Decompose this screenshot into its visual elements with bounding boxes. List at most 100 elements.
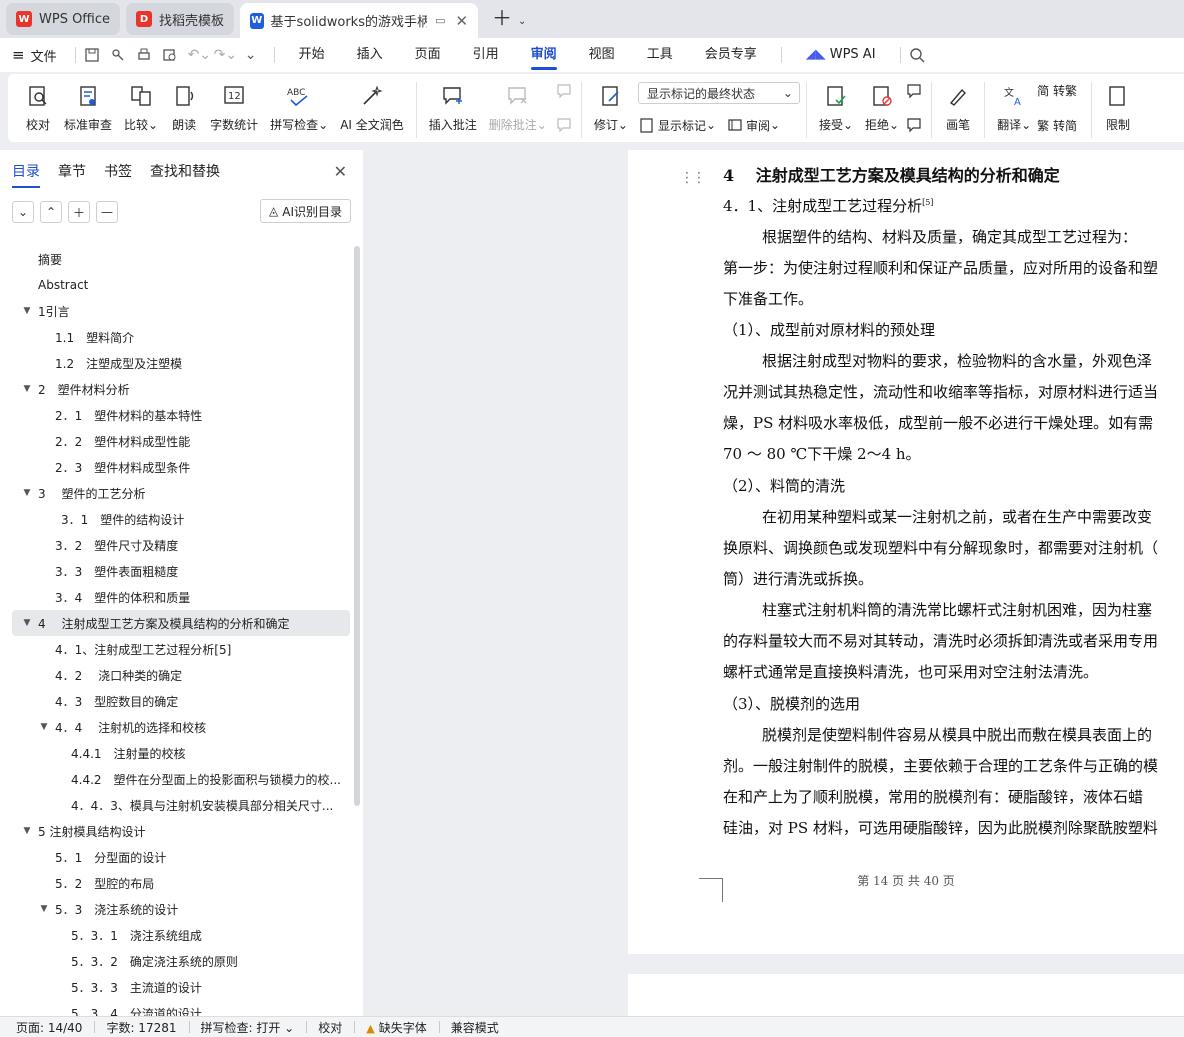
chevron-down-icon[interactable]: ⌄ — [518, 16, 526, 27]
menu-insert[interactable]: 插入 — [341, 38, 399, 72]
undo-icon[interactable]: ↶⌄ — [188, 47, 211, 63]
toc-item[interactable]: 4．3 型腔数目的确定 — [0, 688, 363, 714]
tab-document[interactable]: W 基于solidworks的游戏手柄设计 ▭ ✕ — [240, 3, 479, 38]
read-aloud-button[interactable]: 朗读 — [164, 82, 204, 133]
save-icon[interactable] — [84, 47, 106, 63]
share-icon[interactable] — [110, 47, 132, 63]
caret-down-icon[interactable]: ▼ — [20, 306, 34, 316]
restrict-editing-button[interactable]: 限制 — [1098, 82, 1138, 133]
toc-item[interactable]: 2．2 塑件材料成型性能 — [0, 428, 363, 454]
translate-button[interactable]: 文A 翻译⌄ — [991, 82, 1037, 133]
spell-check-button[interactable]: ABC 拼写检查⌄ — [264, 82, 334, 133]
toc-item[interactable]: 2．1 塑件材料的基本特性 — [0, 402, 363, 428]
nav-tab-find-replace[interactable]: 查找和替换 — [150, 150, 220, 194]
tab-wps-office[interactable]: W WPS Office — [6, 3, 121, 35]
menu-review[interactable]: 审阅 — [515, 38, 573, 72]
menu-view[interactable]: 视图 — [573, 38, 631, 72]
toc-item[interactable]: ▼ 5 注射模具结构设计 — [0, 818, 363, 844]
menu-tools[interactable]: 工具 — [631, 38, 689, 72]
word-count-button[interactable]: 12 字数统计 — [204, 82, 264, 133]
nav-tab-bookmarks[interactable]: 书签 — [104, 150, 132, 194]
citation-superscript[interactable]: [5] — [922, 198, 933, 207]
toc-item[interactable]: 4.4.2 塑件在分型面上的投影面积与锁模力的校... — [0, 766, 363, 792]
reject-button[interactable]: 拒绝⌄ — [859, 82, 905, 133]
proofread-status[interactable]: 校对 — [306, 1019, 354, 1036]
compare-button[interactable]: 比较⌄ — [118, 82, 164, 133]
toc-item[interactable]: 2．3 塑件材料成型条件 — [0, 454, 363, 480]
toc-item[interactable]: 3．2 塑件尺寸及精度 — [0, 532, 363, 558]
menu-page[interactable]: 页面 — [399, 38, 457, 72]
print-icon[interactable] — [136, 47, 158, 63]
toc-item[interactable]: ▼ 5．3 浇注系统的设计 — [0, 896, 363, 922]
previous-revision-icon[interactable] — [905, 82, 925, 100]
menu-wps-ai[interactable]: ◢◣ WPS AI — [790, 38, 892, 72]
standard-review-button[interactable]: 标准审查 — [58, 82, 118, 133]
delete-comment-button[interactable]: 删除批注⌄ — [483, 82, 553, 133]
toc-item[interactable]: 3．4 塑件的体积和质量 — [0, 584, 363, 610]
file-menu[interactable]: ≡ 文件 — [12, 46, 57, 65]
expand-up-icon[interactable]: ⌃ — [40, 201, 62, 223]
show-markup-button[interactable]: 显示标记 ⌄ — [638, 116, 716, 134]
add-icon[interactable]: ＋ — [68, 201, 90, 223]
scrollbar-thumb[interactable] — [354, 246, 360, 806]
menu-member[interactable]: 会员专享 — [689, 38, 773, 72]
toc-item[interactable]: ▼ 2 塑件材料分析 — [0, 376, 363, 402]
proofread-button[interactable]: 校对 — [18, 82, 58, 133]
caret-down-icon[interactable]: ▼ — [20, 618, 34, 628]
toc-item[interactable]: 3．1 塑件的结构设计 — [0, 506, 363, 532]
caret-down-icon[interactable]: ▼ — [37, 722, 51, 732]
insert-comment-button[interactable]: 插入批注 — [423, 82, 483, 133]
spell-check-status[interactable]: 拼写检查: 打开 ⌄ — [188, 1019, 307, 1036]
next-revision-icon[interactable] — [905, 116, 925, 134]
caret-down-icon[interactable]: ▼ — [37, 904, 51, 914]
chevron-down-icon[interactable]: ⌄ — [240, 47, 262, 63]
toc-item[interactable]: 5．3．2 确定浇注系统的原则 — [0, 948, 363, 974]
caret-down-icon[interactable]: ▼ — [20, 488, 34, 498]
review-pane-button[interactable]: 审阅 ⌄ — [726, 116, 780, 134]
toc-item[interactable]: 5．3．1 浇注系统组成 — [0, 922, 363, 948]
toc-item[interactable]: 1.2 注塑成型及注塑模 — [0, 350, 363, 376]
to-traditional-button[interactable]: 简 转繁 — [1037, 82, 1077, 99]
markup-state-select[interactable]: 显示标记的最终状态 ⌄ — [637, 82, 800, 104]
menu-home[interactable]: 开始 — [283, 38, 341, 72]
accept-button[interactable]: 接受⌄ — [813, 82, 859, 133]
redo-icon[interactable]: ↷⌄ — [214, 47, 237, 63]
scrollbar[interactable] — [354, 246, 360, 1006]
ai-toc-button[interactable]: ◬ AI识别目录 — [260, 199, 351, 223]
toc-item[interactable]: 5．2 型腔的布局 — [0, 870, 363, 896]
toc-item[interactable]: 3．3 塑件表面粗糙度 — [0, 558, 363, 584]
toc-item[interactable]: ▼ 4 注射成型工艺方案及模具结构的分析和确定 — [12, 610, 350, 636]
collapse-down-icon[interactable]: ⌄ — [12, 201, 34, 223]
toc-item[interactable]: 5．1 分型面的设计 — [0, 844, 363, 870]
toc-item[interactable]: ▼ 1引言 — [0, 298, 363, 324]
nav-tab-sections[interactable]: 章节 — [58, 150, 86, 194]
toc-item[interactable]: Abstract — [0, 272, 363, 298]
tab-template[interactable]: D 找稻壳模板 — [126, 3, 235, 35]
toc-item[interactable]: 4．2 浇口种类的确定 — [0, 662, 363, 688]
document-page[interactable]: ⋮⋮ 第 14 页 共 40 页 4 注射成型工艺方案及模具结构的分析和确定 4．… — [628, 150, 1184, 954]
missing-font-status[interactable]: ▲ 缺失字体 — [354, 1019, 438, 1036]
drag-handle-icon[interactable]: ⋮⋮ — [680, 170, 706, 186]
page-indicator[interactable]: 页面: 14/40 — [16, 1019, 94, 1036]
new-tab-icon[interactable]: ＋ — [492, 2, 512, 31]
monitor-icon[interactable]: ▭ — [435, 14, 445, 27]
toc-item[interactable]: 5．3．4 分流道的设计 — [0, 1000, 363, 1017]
toc-item[interactable]: 摘要 — [0, 246, 363, 272]
close-icon[interactable]: ✕ — [455, 12, 468, 30]
caret-down-icon[interactable]: ▼ — [20, 384, 34, 394]
caret-down-icon[interactable]: ▼ — [20, 826, 34, 836]
ai-polish-button[interactable]: AI 全文润色 — [334, 82, 410, 133]
search-icon[interactable] — [909, 47, 931, 63]
toc-item[interactable]: 4．4．3、模具与注射机安装模具部分相关尺寸... — [0, 792, 363, 818]
toc-item[interactable]: 5．3．3 主流道的设计 — [0, 974, 363, 1000]
print-preview-icon[interactable] — [162, 47, 184, 63]
nav-tab-toc[interactable]: 目录 — [12, 150, 40, 194]
close-icon[interactable]: ✕ — [334, 162, 347, 181]
pen-button[interactable]: 画笔 — [938, 82, 978, 133]
remove-icon[interactable]: — — [96, 201, 118, 223]
previous-comment-icon[interactable] — [555, 82, 575, 100]
toc-item[interactable]: ▼ 3 塑件的工艺分析 — [0, 480, 363, 506]
toc-item[interactable]: ▼ 4．4 注射机的选择和校核 — [0, 714, 363, 740]
word-count[interactable]: 字数: 17281 — [94, 1019, 188, 1036]
menu-reference[interactable]: 引用 — [457, 38, 515, 72]
